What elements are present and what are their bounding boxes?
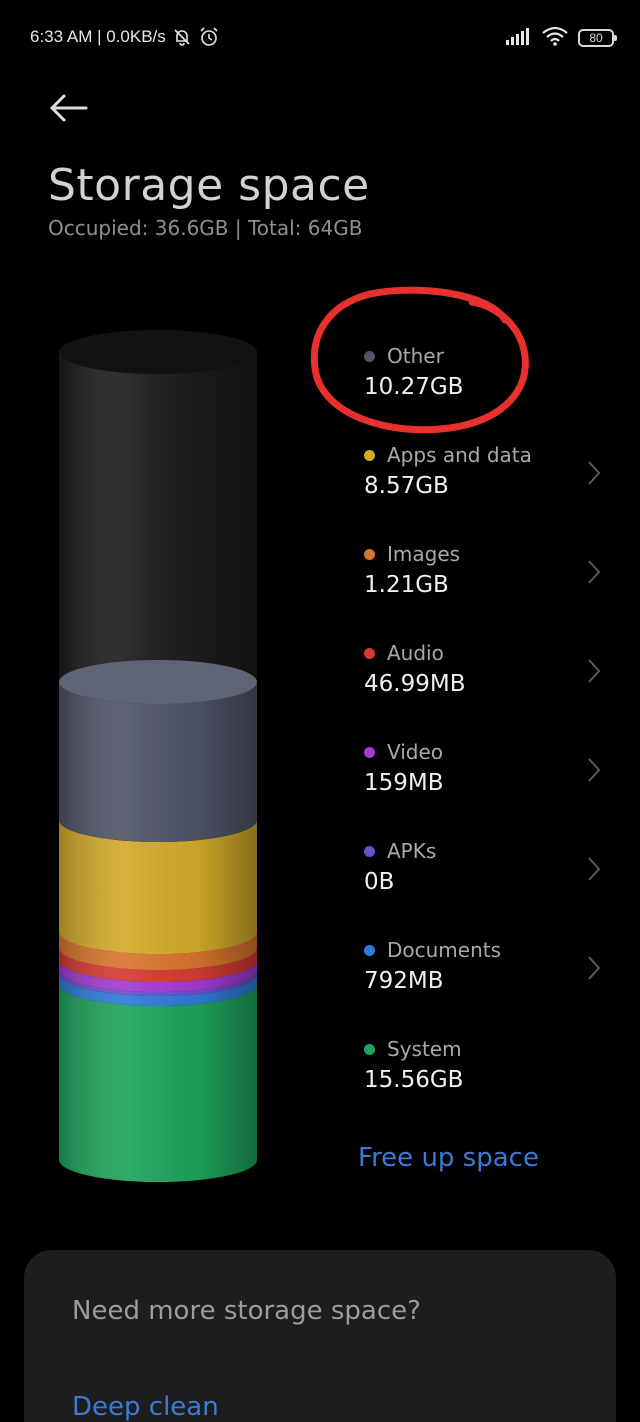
cylinder-segment-shading-other — [59, 682, 257, 842]
cylinder-top-cap — [59, 330, 257, 374]
legend-dot — [364, 845, 375, 857]
legend-label: System — [387, 1037, 462, 1061]
legend-value: 792MB — [364, 968, 444, 994]
legend-label: Documents — [387, 938, 502, 962]
battery-icon: 80 — [578, 29, 617, 47]
legend-value: 8.57GB — [364, 473, 449, 499]
chevron-right-icon — [588, 461, 601, 485]
chevron-right-icon — [588, 659, 601, 683]
legend-value: 159MB — [364, 770, 444, 796]
cylinder-empty-shading — [59, 352, 257, 704]
status-bar: 6:33 AM | 0.0KB/s 80 — [0, 0, 640, 76]
legend-value: 15.56GB — [364, 1067, 464, 1093]
legend-item-images[interactable]: Images 1.21GB — [364, 538, 604, 618]
legend-dot — [364, 449, 375, 461]
legend-dot — [364, 944, 375, 956]
back-button[interactable] — [40, 84, 100, 134]
legend-item-other: Other 10.27GB — [364, 340, 604, 420]
signal-icon — [506, 27, 532, 49]
page-title: Storage space — [48, 160, 370, 211]
storage-cylinder-chart — [59, 330, 257, 1182]
wifi-icon — [542, 26, 568, 50]
chevron-right-icon — [588, 857, 601, 881]
legend-label: Audio — [387, 641, 444, 665]
cylinder-fill-top-surface — [59, 660, 257, 704]
legend-label: APKs — [387, 839, 437, 863]
chevron-right-icon — [588, 560, 601, 584]
legend-value: 10.27GB — [364, 374, 464, 400]
legend-item-audio[interactable]: Audio 46.99MB — [364, 637, 604, 717]
legend-value: 0B — [364, 869, 395, 895]
legend-item-apps-and-data[interactable]: Apps and data 8.57GB — [364, 439, 604, 519]
chevron-right-icon — [588, 758, 601, 782]
storage-promo-card: Need more storage space? Deep clean — [24, 1250, 616, 1422]
legend-value: 1.21GB — [364, 572, 449, 598]
deep-clean-button[interactable]: Deep clean — [72, 1392, 219, 1422]
legend-item-system: System 15.56GB — [364, 1033, 604, 1113]
legend-label: Apps and data — [387, 443, 532, 467]
legend-label: Other — [387, 344, 444, 368]
status-left: 6:33 AM | 0.0KB/s — [30, 26, 220, 48]
status-right: 80 — [506, 26, 617, 50]
legend-value: 46.99MB — [364, 671, 466, 697]
status-time-speed: 6:33 AM | 0.0KB/s — [30, 27, 166, 46]
promo-title: Need more storage space? — [72, 1296, 421, 1326]
legend-dot — [364, 746, 375, 758]
back-arrow-icon — [50, 94, 88, 122]
legend-dot — [364, 1043, 375, 1055]
free-up-space-button[interactable]: Free up space — [358, 1143, 539, 1173]
legend-dot — [364, 647, 375, 659]
legend-dot — [364, 350, 375, 362]
chevron-right-icon — [588, 956, 601, 980]
legend-dot — [364, 548, 375, 560]
cylinder-segment-shading-system — [59, 984, 257, 1182]
alarm-clock-icon — [198, 26, 220, 48]
bell-off-icon — [172, 27, 192, 47]
legend-item-documents[interactable]: Documents 792MB — [364, 934, 604, 1014]
legend-label: Video — [387, 740, 444, 764]
storage-summary: Occupied: 36.6GB | Total: 64GB — [48, 216, 363, 240]
legend-item-video[interactable]: Video 159MB — [364, 736, 604, 816]
legend-item-apks[interactable]: APKs 0B — [364, 835, 604, 915]
legend-label: Images — [387, 542, 461, 566]
